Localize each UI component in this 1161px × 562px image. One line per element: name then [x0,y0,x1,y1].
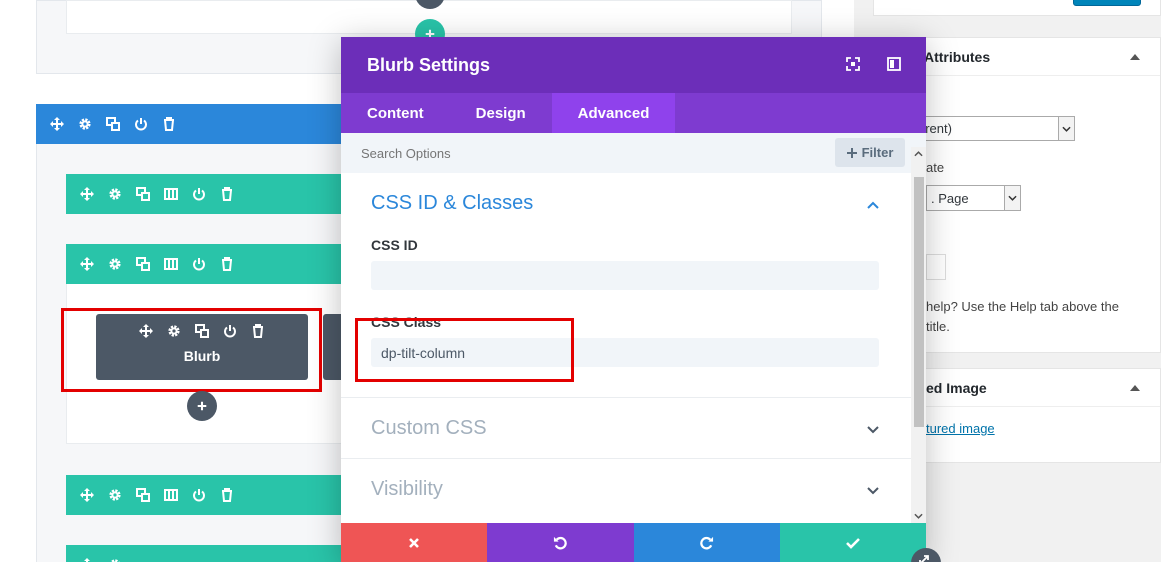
duplicate-icon[interactable] [136,187,150,201]
highlight-box-css-class [355,318,574,382]
save-button[interactable] [779,523,926,562]
power-icon[interactable] [192,488,206,502]
gear-icon[interactable] [108,257,122,271]
update-button[interactable] [1073,0,1141,6]
modal-header: Blurb Settings [341,37,926,93]
plus-icon [846,147,857,158]
discard-button[interactable] [341,523,488,562]
close-icon [409,537,420,548]
collapse-arrow-icon[interactable] [1130,54,1140,60]
tab-advanced[interactable]: Advanced [551,93,676,133]
trash-icon[interactable] [220,488,234,502]
trash-icon[interactable] [220,187,234,201]
move-icon[interactable] [50,117,64,131]
power-icon[interactable] [134,117,148,131]
section-title-css-id-classes: CSS ID & Classes [371,192,534,214]
fullscreen-button[interactable] [846,57,860,71]
template-select[interactable]: . Page [926,185,1021,211]
modal-footer [341,523,926,562]
row-toolbar-2 [66,244,342,284]
divider [341,397,911,398]
section-title-visibility: Visibility [371,478,443,500]
move-icon[interactable] [80,558,94,562]
tab-design[interactable]: Design [450,93,552,133]
resize-icon [919,555,929,562]
power-icon[interactable] [192,257,206,271]
scroll-down-arrow-icon[interactable] [914,513,923,519]
scroll-up-arrow-icon[interactable] [914,151,923,157]
parent-select[interactable]: arent) [913,116,1075,141]
move-icon[interactable] [80,187,94,201]
page-attributes-title: Attributes [924,48,991,65]
add-module-button[interactable] [187,391,217,421]
chevron-down-icon [1058,117,1074,140]
section-toggle-css-id-classes[interactable]: CSS ID & Classes [371,192,881,220]
chevron-down-icon [1004,186,1020,210]
undo-icon [553,536,567,550]
columns-icon[interactable] [164,257,178,271]
duplicate-icon[interactable] [136,488,150,502]
section-title-custom-css: Custom CSS [371,417,487,439]
row-toolbar-1 [66,174,342,214]
settings-scroll-area: CSS ID & Classes CSS ID CSS Class dp-til… [341,173,911,523]
collapse-arrow-icon[interactable] [1130,385,1140,391]
gear-icon[interactable] [78,117,92,131]
modal-tabs: Content Design Advanced [341,93,926,133]
row-toolbar-3 [66,475,342,515]
columns-icon[interactable] [164,187,178,201]
trash-icon[interactable] [162,117,176,131]
chevron-up-icon [867,201,879,209]
chevron-down-icon [867,487,879,495]
move-icon[interactable] [80,257,94,271]
search-options-bar: Filter [341,133,926,173]
sidebar-icon [887,57,901,71]
chevron-down-icon [867,426,879,434]
highlight-box-module [61,308,322,392]
section-toolbar [36,104,342,144]
css-id-input[interactable] [371,261,879,290]
scrollbar-thumb[interactable] [914,177,924,427]
tab-content[interactable]: Content [341,93,450,133]
section-toggle-custom-css[interactable]: Custom CSS [371,417,881,445]
set-featured-image-link[interactable]: tured image [926,421,995,436]
css-id-label: CSS ID [371,237,418,253]
help-text: help? Use the Help tab above the title. [926,299,1119,334]
filter-button[interactable]: Filter [835,138,905,167]
duplicate-icon[interactable] [136,257,150,271]
settings-scrollbar[interactable] [911,147,926,523]
power-icon[interactable] [192,187,206,201]
dock-sidebar-button[interactable] [887,57,901,71]
blurb-settings-modal: Blurb Settings Content Design Advanced F… [341,37,926,562]
order-input[interactable] [926,254,946,280]
expand-icon [846,57,860,71]
move-icon[interactable] [80,488,94,502]
template-label: ate [926,160,945,175]
gear-icon[interactable] [108,488,122,502]
duplicate-icon[interactable] [106,117,120,131]
section-toggle-visibility[interactable]: Visibility [371,478,881,506]
modal-title: Blurb Settings [367,55,491,75]
redo-icon [700,536,714,550]
row-toolbar-4 [66,545,342,562]
featured-image-title: ed Image [926,379,987,396]
redo-button[interactable] [633,523,780,562]
plus-icon [197,401,207,411]
check-icon [845,537,860,549]
trash-icon[interactable] [220,257,234,271]
gear-icon[interactable] [108,187,122,201]
search-options-input[interactable] [361,139,781,167]
columns-icon[interactable] [164,488,178,502]
divider [341,458,911,459]
gear-icon[interactable] [108,558,122,562]
undo-button[interactable] [487,523,634,562]
